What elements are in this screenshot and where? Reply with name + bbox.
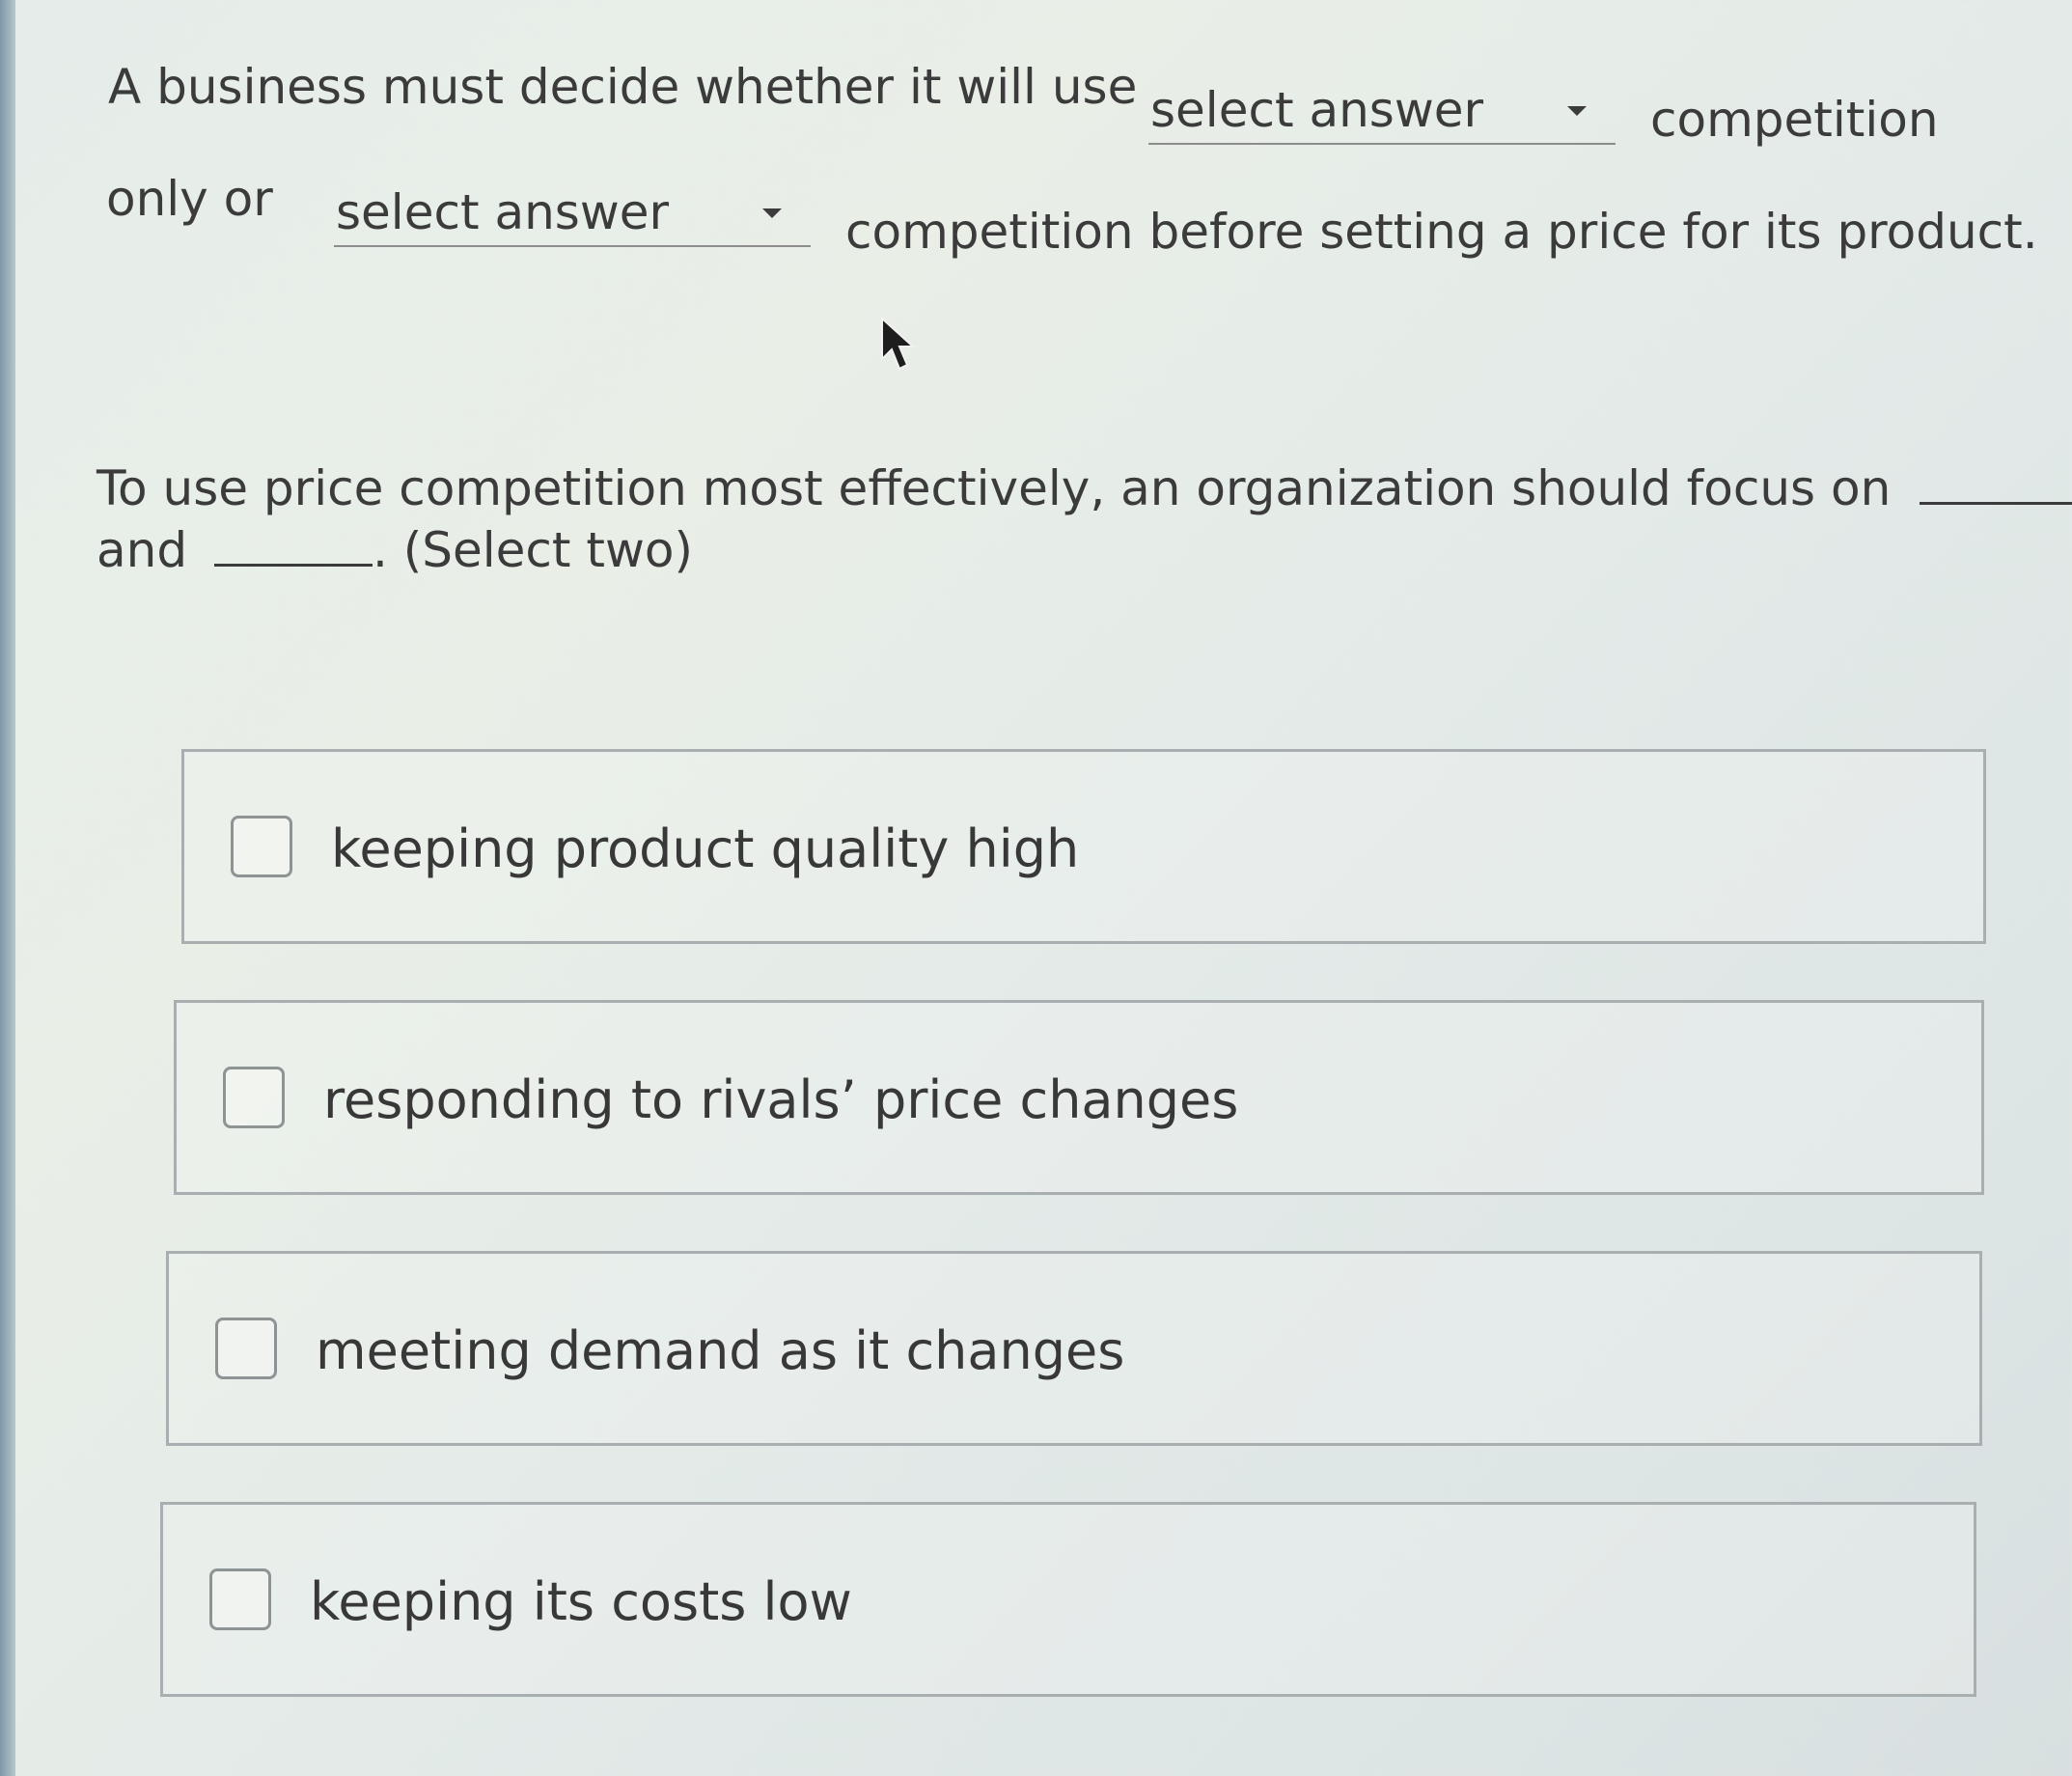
checkbox[interactable] — [215, 1318, 277, 1379]
select-answer-dropdown-2[interactable]: select answer — [334, 183, 811, 247]
option-meeting-demand-as-it-changes[interactable]: meeting demand as it changes — [166, 1251, 1982, 1446]
question2-line-2-select-two: . (Select two) — [372, 522, 694, 578]
question2-line-1-text: To use price competition most effectivel… — [97, 460, 1892, 516]
question2-line-1: To use price competition most effectivel… — [97, 454, 2072, 517]
question1-text-2: competition — [1650, 92, 1939, 148]
checkbox[interactable] — [223, 1067, 285, 1128]
option-label: responding to rivals’ price changes — [323, 1069, 1239, 1130]
question1-text-1: A business must decide whether it will u… — [108, 59, 1138, 115]
answer-blank-2 — [213, 515, 373, 567]
caret-down-icon — [1567, 106, 1587, 116]
option-keeping-product-quality-high[interactable]: keeping product quality high — [181, 749, 1986, 944]
option-keeping-its-costs-low[interactable]: keeping its costs low — [160, 1502, 1976, 1697]
option-label: keeping product quality high — [331, 819, 1080, 879]
answer-blank-1 — [1920, 454, 2072, 505]
caret-down-icon — [762, 208, 782, 218]
option-label: meeting demand as it changes — [316, 1320, 1125, 1381]
question1-text-3: only or — [106, 171, 273, 227]
option-responding-to-rivals-price-changes[interactable]: responding to rivals’ price changes — [174, 1000, 1984, 1195]
question1-text-4: competition before setting a price for i… — [845, 204, 2038, 260]
mouse-pointer-icon — [881, 317, 916, 371]
dropdown-1-value: select answer — [1150, 82, 1484, 138]
dropdown-2-value: select answer — [336, 184, 670, 240]
checkbox[interactable] — [209, 1568, 271, 1630]
checkbox[interactable] — [231, 816, 292, 877]
select-answer-dropdown-1[interactable]: select answer — [1148, 81, 1616, 145]
question2-line-2-and: and — [97, 522, 188, 578]
option-label: keeping its costs low — [310, 1571, 852, 1632]
question2-line-2: and . (Select two) — [97, 515, 693, 579]
screen-bezel — [0, 0, 15, 1776]
